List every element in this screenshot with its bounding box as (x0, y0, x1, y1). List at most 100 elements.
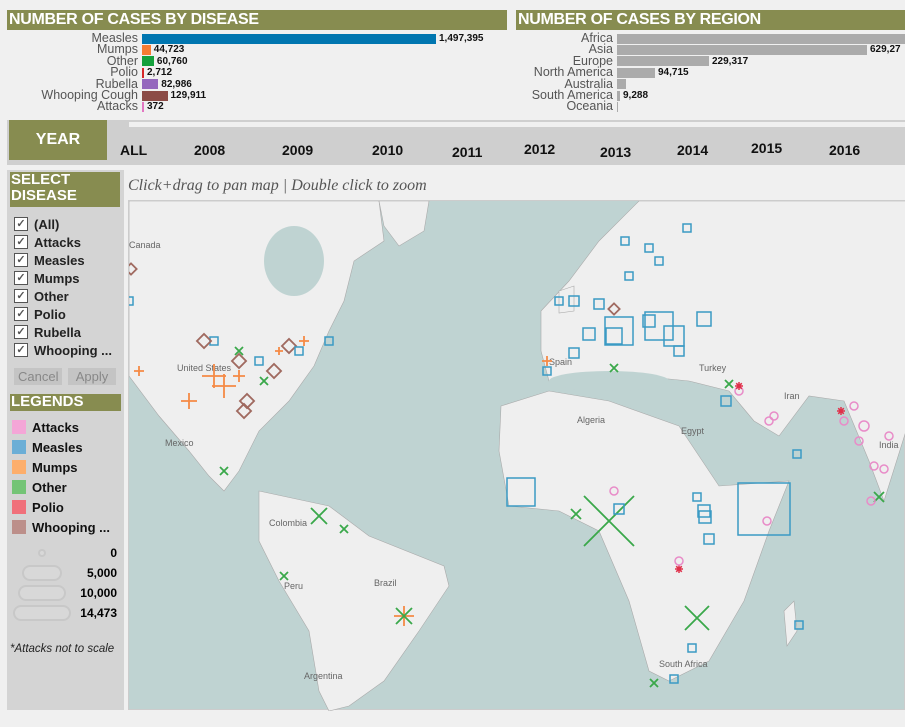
landmass-greenland (378, 200, 430, 247)
legend-label: Attacks (32, 419, 79, 435)
disease-bar-row[interactable]: Measles 1,497,395 (91, 32, 483, 45)
year-option-2015[interactable]: 2015 (751, 140, 782, 156)
disease-bar[interactable] (142, 33, 436, 44)
region-bar-row[interactable]: Australia (564, 77, 629, 90)
map-label: Iran (784, 391, 800, 401)
map-label: Canada (129, 240, 161, 250)
checkbox[interactable]: ✓ (14, 289, 28, 303)
disease-bar[interactable] (142, 79, 159, 90)
year-option-2012[interactable]: 2012 (524, 141, 555, 157)
year-slider-track[interactable] (129, 122, 905, 127)
apply-button[interactable]: Apply (68, 368, 116, 385)
region-value: 229,317 (712, 55, 749, 67)
map-label: United States (177, 363, 232, 373)
checkbox-label: Other (34, 288, 69, 304)
size-label: 10,000 (80, 586, 117, 600)
landmass-uk (558, 285, 575, 314)
disease-checkbox-item[interactable]: ✓ Whooping ... (7, 341, 124, 359)
map-marker-polio[interactable] (675, 565, 683, 573)
legend-item: Attacks (7, 417, 124, 437)
checkbox[interactable]: ✓ (14, 253, 28, 267)
checkbox[interactable]: ✓ (14, 307, 28, 321)
year-option-2013[interactable]: 2013 (600, 144, 631, 160)
region-value: 94,715 (658, 67, 689, 79)
map-label: India (879, 440, 899, 450)
disease-bar-row[interactable]: Mumps 44,723 (97, 43, 185, 56)
region-bar[interactable] (617, 79, 626, 90)
map-marker-measles[interactable] (720, 395, 732, 407)
legend-label: Polio (32, 499, 64, 515)
legend-swatch (12, 520, 26, 534)
disease-bar-row[interactable]: Other 60,760 (107, 55, 188, 68)
size-circle-icon (38, 549, 46, 557)
hudson-bay (264, 226, 324, 296)
region-bar-row[interactable]: Asia 629,27 (589, 43, 901, 56)
disease-bar[interactable] (142, 90, 168, 101)
map-marker-other[interactable] (649, 678, 659, 688)
size-circle-icon (18, 585, 66, 601)
disease-checkbox-item[interactable]: ✓ Other (7, 287, 124, 305)
legend-swatch (12, 480, 26, 494)
disease-bar-row[interactable]: Attacks 372 (97, 100, 164, 113)
size-circle-icon (22, 565, 62, 581)
region-bar-row[interactable]: North America 94,715 (534, 66, 689, 79)
year-option-2016[interactable]: 2016 (829, 142, 860, 158)
map-marker-attacks[interactable] (839, 416, 849, 426)
disease-bar-row[interactable]: Whooping Cough 129,911 (41, 89, 206, 102)
region-bar-row[interactable]: Europe 229,317 (573, 55, 749, 68)
disease-value: 44,723 (153, 44, 185, 56)
disease-bar[interactable] (142, 56, 154, 67)
region-bar-row[interactable]: Africa (581, 32, 905, 44)
map-marker-polio[interactable] (735, 382, 743, 390)
year-option-2009[interactable]: 2009 (282, 142, 313, 158)
checkbox[interactable]: ✓ (14, 325, 28, 339)
region-bar[interactable] (617, 44, 867, 55)
sidebar: SELECT DISEASE ✓ (All) ✓ Attacks ✓ Measles ✓ Mu… (7, 170, 124, 710)
disease-checkbox-item[interactable]: ✓ Attacks (7, 233, 124, 251)
disease-checkbox-item[interactable]: ✓ Mumps (7, 269, 124, 287)
year-option-all[interactable]: ALL (120, 142, 147, 158)
legend-label: Mumps (32, 459, 78, 475)
size-legend-item: 0 (7, 543, 124, 563)
year-option-2014[interactable]: 2014 (677, 142, 708, 158)
year-option-2010[interactable]: 2010 (372, 142, 403, 158)
cancel-button[interactable]: Cancel (14, 368, 62, 385)
region-bar-row[interactable]: Oceania (566, 100, 621, 113)
region-bar[interactable] (617, 56, 709, 67)
checkbox[interactable]: ✓ (14, 235, 28, 249)
checkbox-label: Polio (34, 306, 66, 322)
region-bar-row[interactable]: South America 9,288 (532, 89, 649, 102)
map-marker-measles[interactable] (792, 449, 802, 459)
checkbox[interactable]: ✓ (14, 271, 28, 285)
legend-label: Whooping ... (32, 519, 110, 535)
disease-bar-row[interactable]: Polio 2,712 (110, 66, 172, 79)
map-label: Peru (284, 581, 303, 591)
disease-checkbox-item[interactable]: ✓ Polio (7, 305, 124, 323)
checkbox[interactable]: ✓ (14, 217, 28, 231)
region-label: Oceania (566, 99, 613, 114)
map-canvas[interactable]: Canada United States Mexico Colombia Peru Bra… (124, 200, 905, 712)
legends-title: LEGENDS (10, 394, 121, 411)
region-bar[interactable] (617, 101, 618, 112)
disease-bar-row[interactable]: Rubella 82,986 (96, 77, 192, 90)
size-legend-item: 14,473 (7, 603, 124, 623)
region-chart-title: NUMBER OF CASES BY REGION (516, 10, 905, 30)
year-option-2011[interactable]: 2011 (452, 144, 482, 160)
region-bar[interactable] (617, 67, 655, 78)
size-label: 5,000 (86, 566, 117, 580)
region-bar[interactable] (617, 33, 905, 44)
disease-value: 372 (147, 101, 164, 113)
disease-checkbox-item[interactable]: ✓ Rubella (7, 323, 124, 341)
legend-item: Mumps (7, 457, 124, 477)
map-marker-polio[interactable] (837, 407, 845, 415)
disease-checkbox-item[interactable]: ✓ Measles (7, 251, 124, 269)
disease-bar[interactable] (142, 44, 151, 55)
map-label: Egypt (681, 426, 705, 436)
year-option-2008[interactable]: 2008 (194, 142, 225, 158)
world-map[interactable]: Canada United States Mexico Colombia Peru Bra… (124, 200, 905, 712)
legend-item: Polio (7, 497, 124, 517)
checkbox[interactable]: ✓ (14, 343, 28, 357)
disease-checkbox-item[interactable]: ✓ (All) (7, 215, 124, 233)
map-label: Argentina (304, 671, 343, 681)
region-value: 9,288 (623, 90, 649, 101)
